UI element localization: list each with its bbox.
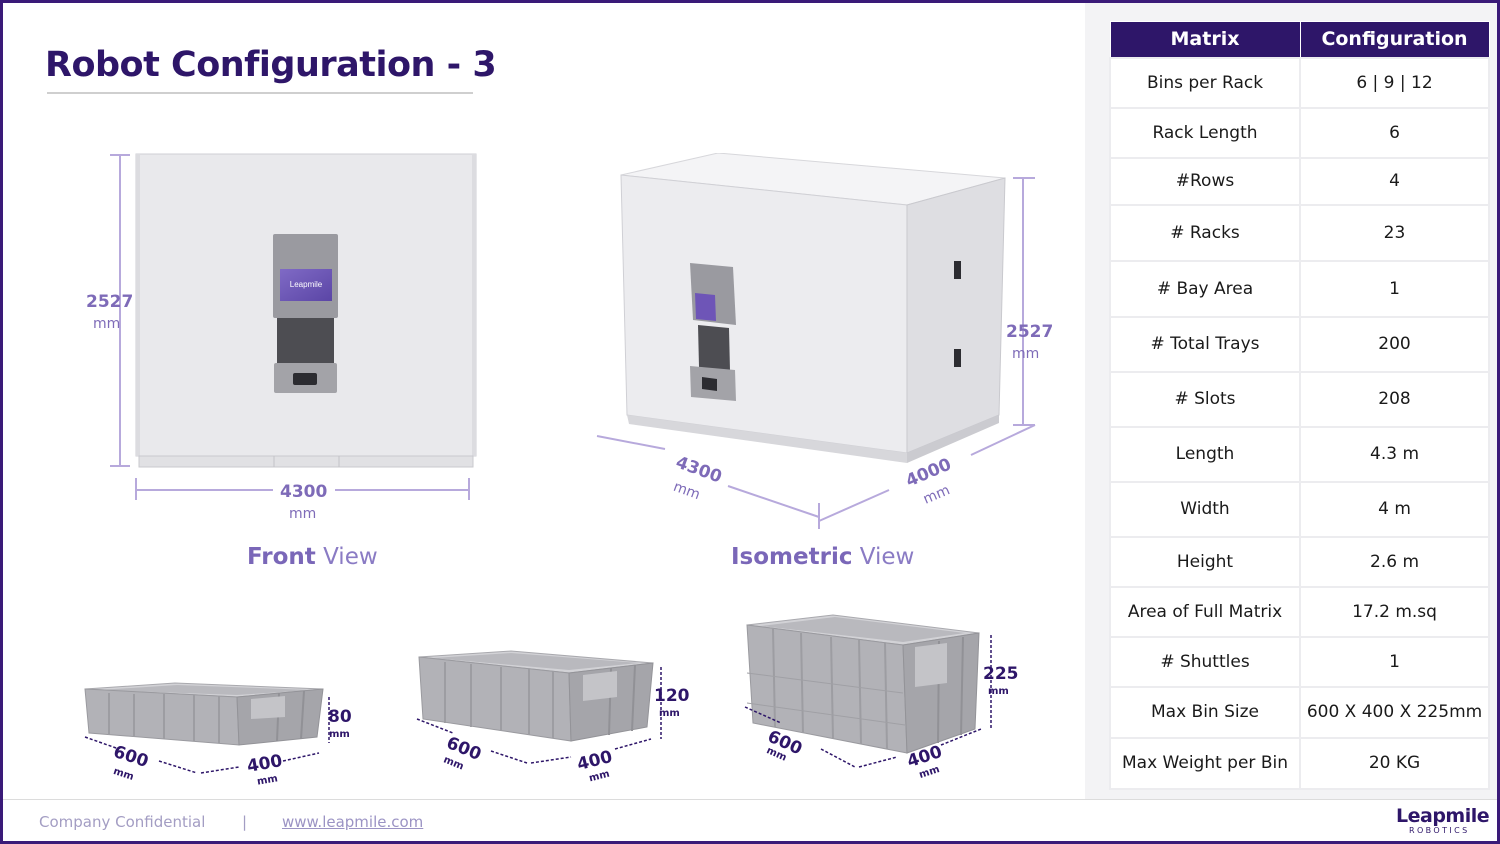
iso-height-unit: mm bbox=[1012, 346, 1040, 362]
row-label: Max Bin Size bbox=[1109, 685, 1301, 739]
bin-small-height-value: 80 bbox=[328, 707, 352, 727]
table-row: Area of Full Matrix 17.2 m.sq bbox=[1109, 585, 1490, 638]
bin-small-height-unit: mm bbox=[329, 729, 350, 740]
isometric-dimension-lines bbox=[596, 177, 1036, 529]
row-value: 200 bbox=[1299, 315, 1490, 373]
row-label: Max Weight per Bin bbox=[1109, 736, 1301, 790]
row-value: 4.3 m bbox=[1299, 425, 1490, 483]
row-label: Height bbox=[1109, 535, 1301, 588]
title-underline bbox=[47, 92, 473, 94]
table-row: # Slots 208 bbox=[1109, 370, 1490, 428]
row-label: # Slots bbox=[1109, 370, 1301, 428]
footer-website-link[interactable]: www.leapmile.com bbox=[282, 813, 423, 831]
column-header-configuration: Configuration bbox=[1299, 21, 1490, 58]
row-label: # Racks bbox=[1109, 203, 1301, 262]
table-row: Height 2.6 m bbox=[1109, 535, 1490, 588]
row-value: 4 m bbox=[1299, 480, 1490, 538]
slide: Robot Configuration - 3 Leapmile 2527 mm… bbox=[0, 0, 1500, 844]
table-row: # Racks 23 bbox=[1109, 203, 1490, 262]
row-value: 17.2 m.sq bbox=[1299, 585, 1490, 638]
table-row: Bins per Rack 6 | 9 | 12 bbox=[1109, 56, 1490, 109]
bin-large-height-value: 225 bbox=[983, 664, 1019, 684]
table-row: Max Bin Size 600 X 400 X 225mm bbox=[1109, 685, 1490, 739]
bin-medium-height-unit: mm bbox=[659, 708, 680, 719]
row-value: 6 bbox=[1299, 106, 1490, 159]
front-width-unit: mm bbox=[289, 506, 317, 522]
isometric-view-caption: Isometric View bbox=[731, 544, 915, 570]
table-row: #Rows 4 bbox=[1109, 156, 1490, 206]
front-view-illustration: Leapmile bbox=[135, 153, 477, 468]
company-logo-wordmark: Leapmile bbox=[1396, 805, 1490, 827]
row-label: # Bay Area bbox=[1109, 259, 1301, 318]
front-width-tick-left bbox=[135, 478, 137, 500]
row-label: Area of Full Matrix bbox=[1109, 585, 1301, 638]
row-label: #Rows bbox=[1109, 156, 1301, 206]
footer-divider bbox=[3, 799, 1497, 800]
page-title: Robot Configuration - 3 bbox=[45, 45, 497, 85]
table-row: # Bay Area 1 bbox=[1109, 259, 1490, 318]
footer-separator: | bbox=[242, 813, 248, 831]
table-row: # Total Trays 200 bbox=[1109, 315, 1490, 373]
svg-text:Leapmile: Leapmile bbox=[290, 280, 323, 289]
footer-confidential: Company Confidential bbox=[39, 813, 206, 831]
row-value: 208 bbox=[1299, 370, 1490, 428]
configuration-table: Matrix Configuration Bins per Rack 6 | 9 … bbox=[1109, 21, 1490, 790]
table-row: Width 4 m bbox=[1109, 480, 1490, 538]
row-value: 4 bbox=[1299, 156, 1490, 206]
table-header-row: Matrix Configuration bbox=[1109, 21, 1490, 58]
row-label: Length bbox=[1109, 425, 1301, 483]
row-value: 1 bbox=[1299, 259, 1490, 318]
table-row: Rack Length 6 bbox=[1109, 106, 1490, 159]
bin-small-width-unit: mm bbox=[256, 773, 279, 788]
row-value: 1 bbox=[1299, 635, 1490, 688]
front-height-tick-top bbox=[110, 154, 130, 156]
row-label: # Total Trays bbox=[1109, 315, 1301, 373]
front-width-tick-right bbox=[468, 478, 470, 500]
bin-medium-height-value: 120 bbox=[654, 686, 690, 706]
row-value: 20 KG bbox=[1299, 736, 1490, 790]
table-row: # Shuttles 1 bbox=[1109, 635, 1490, 688]
row-value: 23 bbox=[1299, 203, 1490, 262]
front-width-value: 4300 bbox=[280, 482, 328, 502]
bin-large-height-unit: mm bbox=[988, 686, 1009, 697]
row-label: # Shuttles bbox=[1109, 635, 1301, 688]
table-row: Length 4.3 m bbox=[1109, 425, 1490, 483]
row-value: 2.6 m bbox=[1299, 535, 1490, 588]
iso-height-value: 2527 bbox=[1006, 322, 1054, 342]
table-row: Max Weight per Bin 20 KG bbox=[1109, 736, 1490, 790]
front-view-caption: Front View bbox=[247, 544, 378, 570]
column-header-matrix: Matrix bbox=[1109, 21, 1301, 58]
row-label: Bins per Rack bbox=[1109, 56, 1301, 109]
row-value: 6 | 9 | 12 bbox=[1299, 56, 1490, 109]
row-label: Width bbox=[1109, 480, 1301, 538]
row-label: Rack Length bbox=[1109, 106, 1301, 159]
company-logo-tagline: ROBOTICS bbox=[1409, 826, 1470, 835]
front-height-tick-bottom bbox=[110, 465, 130, 467]
front-height-unit: mm bbox=[93, 316, 121, 332]
front-height-value: 2527 bbox=[86, 292, 134, 312]
row-value: 600 X 400 X 225mm bbox=[1299, 685, 1490, 739]
